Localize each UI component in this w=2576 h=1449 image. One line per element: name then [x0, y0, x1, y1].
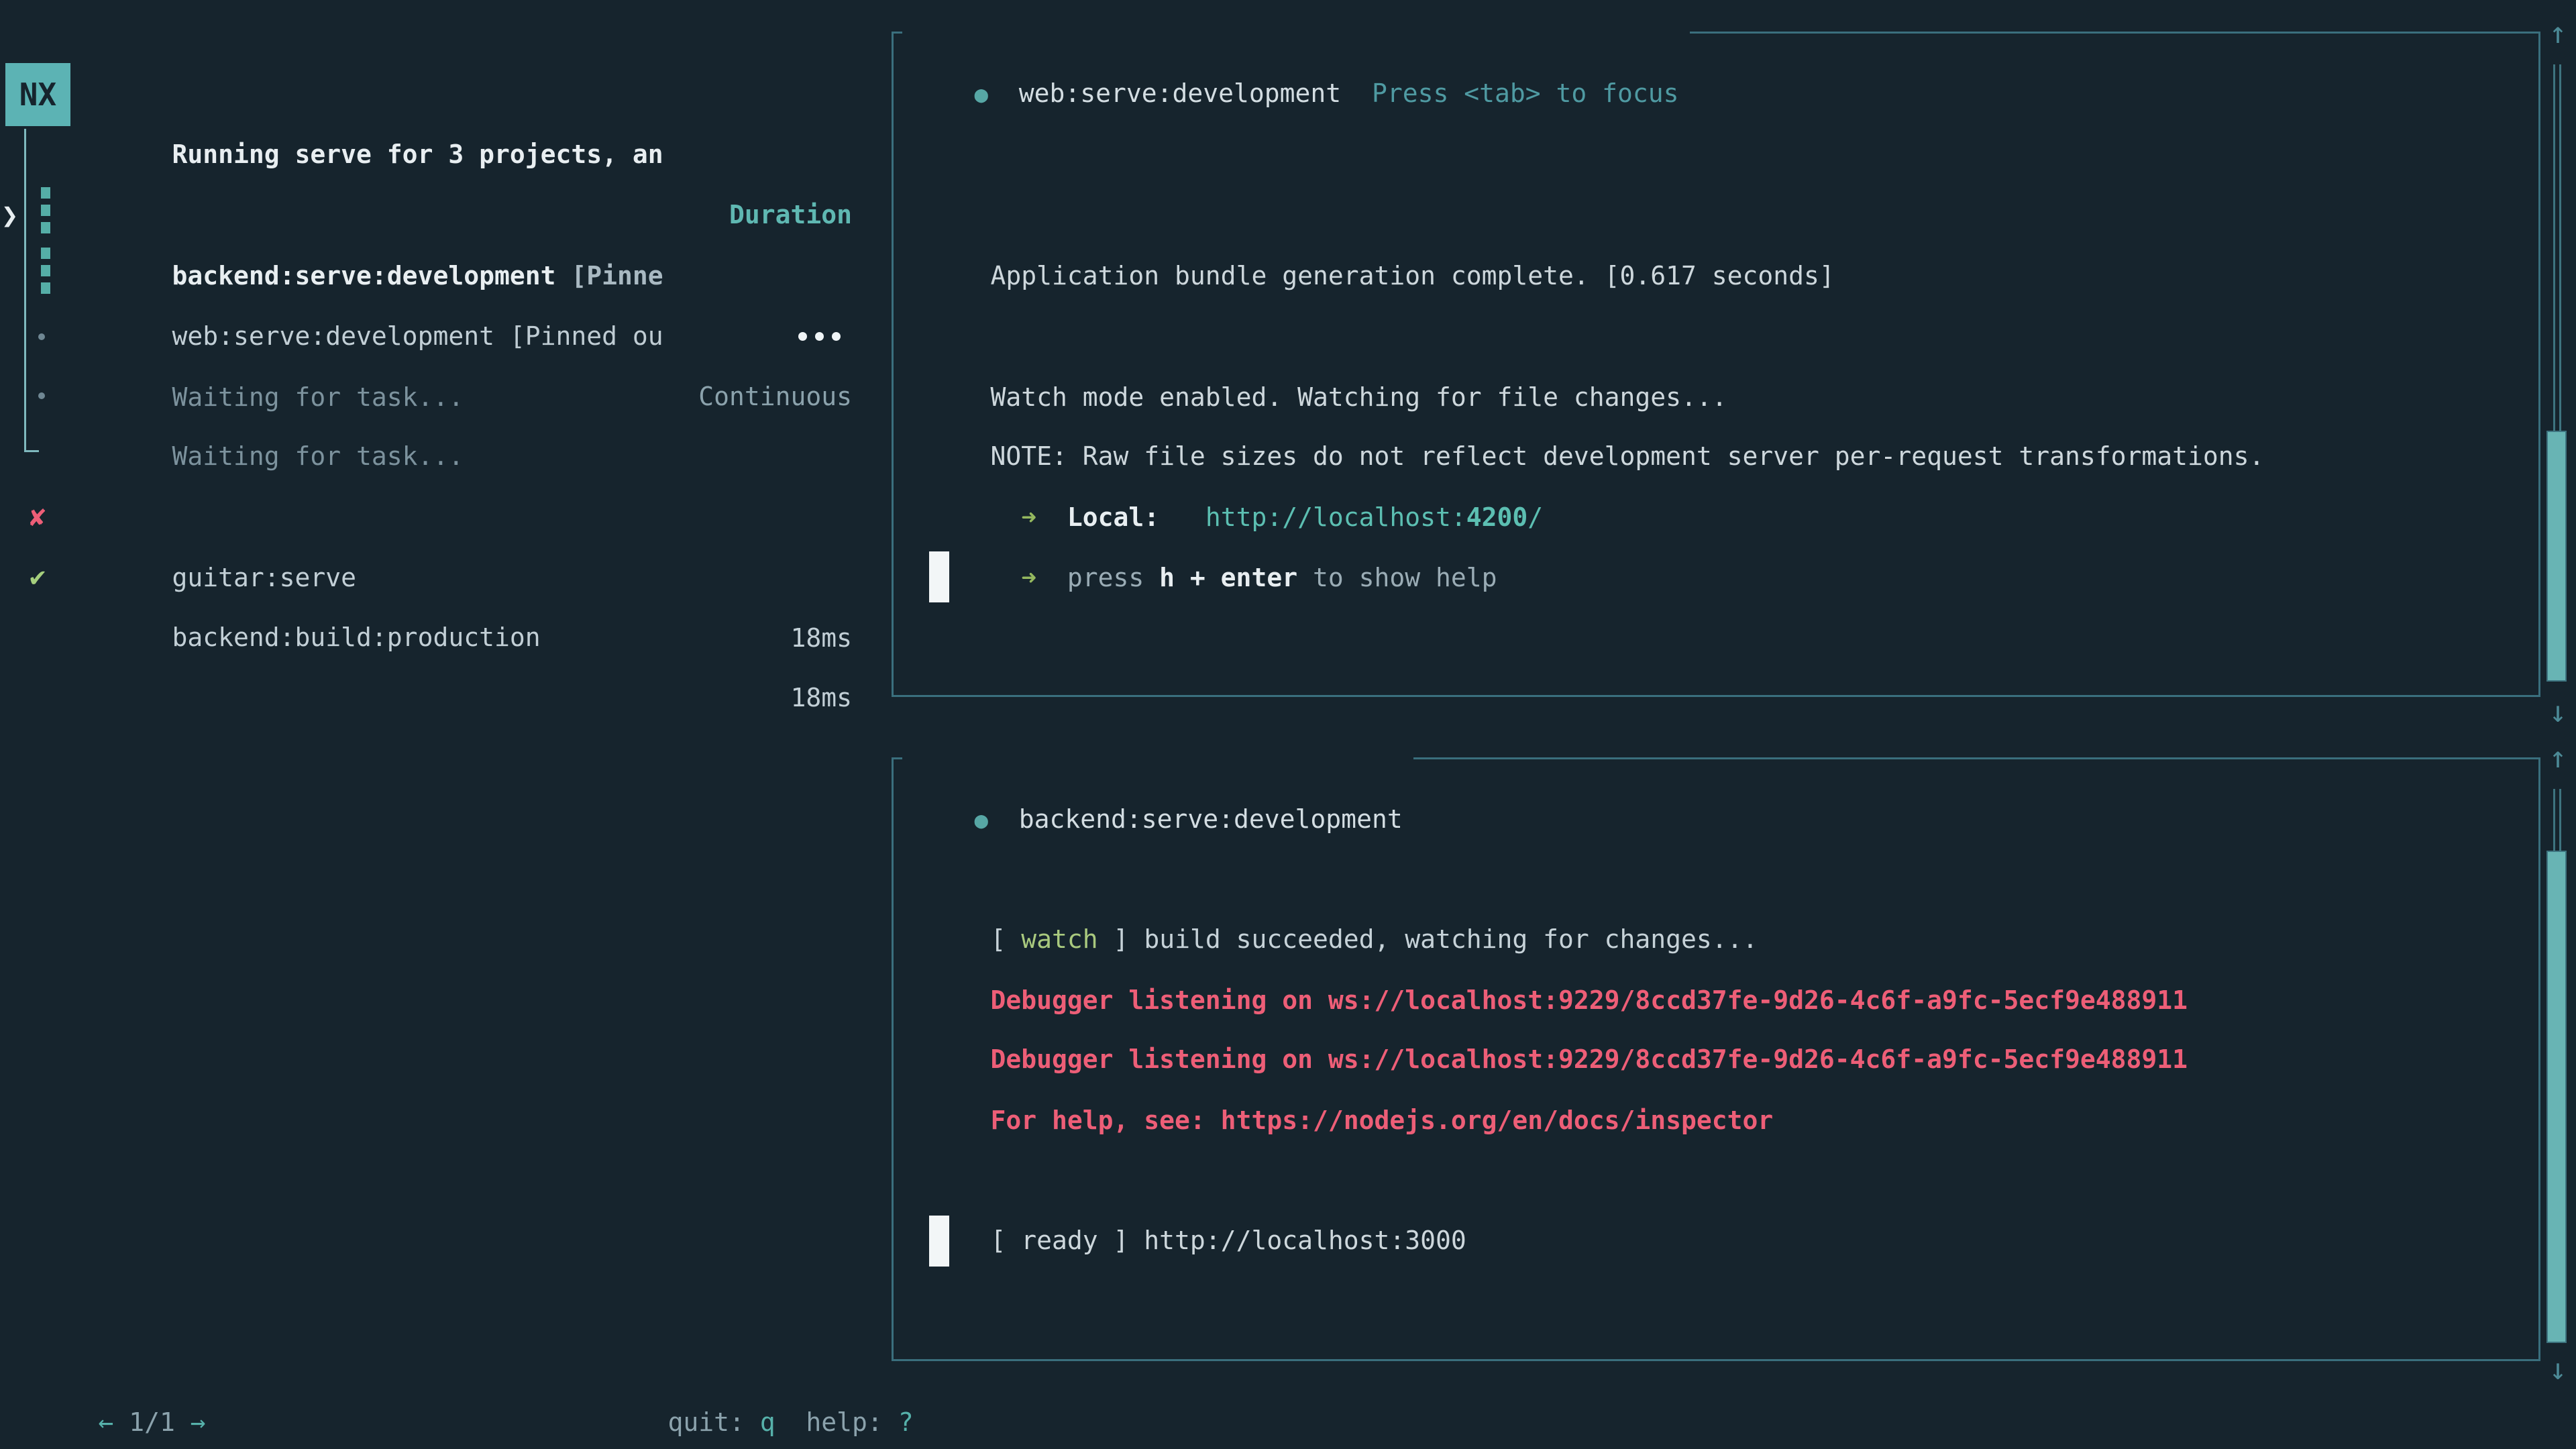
keybind-hints: quit:qhelp:? [606, 1332, 852, 1392]
task-row-waiting-2[interactable]: Waiting for task... [111, 366, 852, 426]
task-duration: 18ms [790, 608, 852, 668]
task-status-dot-icon: ● [975, 807, 988, 834]
next-page-arrow[interactable]: → [191, 1407, 206, 1437]
waiting-bullet [38, 333, 45, 340]
task-name: backend:build:production [172, 623, 541, 652]
hint-key: h + enter [1159, 563, 1297, 592]
log-line-local-url: ➜Local:http://localhost:4200/ [929, 427, 2557, 487]
scrollbar-track[interactable] [2553, 789, 2561, 851]
task-row-waiting-1[interactable]: Waiting for task... [111, 307, 852, 367]
log-line-note: NOTE: Raw file sizes do not reflect deve… [929, 366, 2526, 426]
task-list-header: Running serve for 3 projects, an Duratio… [111, 64, 852, 124]
log-line-ready: [ ready ] http://localhost:3000 [929, 1150, 2526, 1210]
hint-pre: press [1067, 563, 1144, 592]
log-line-watch-succeeded: [watch]build succeeded, watching for cha… [929, 849, 2526, 909]
nx-tui-screen: NX Running serve for 3 projects, an Dura… [0, 0, 2576, 1449]
task-list-title: Running serve for 3 projects, an [172, 140, 663, 169]
help-key: ? [898, 1407, 914, 1437]
waiting-bullet [38, 392, 45, 399]
log-line-help-hint: ➜pressh + enterto show help [929, 487, 2557, 547]
task-duration: 18ms [790, 667, 852, 728]
pane-title: web:serve:development [1019, 78, 1341, 108]
log-line-debugger-1: Debugger listening on ws://localhost:922… [929, 910, 2526, 970]
hint-post: to show help [1313, 563, 1497, 592]
task-tree-line [24, 129, 26, 451]
check-mark-icon: ✔ [30, 547, 46, 607]
quit-hint-label: quit: [668, 1407, 745, 1437]
terminal-cursor [929, 551, 949, 602]
arrow-right-icon: ➜ [1021, 563, 1036, 592]
terminal-pane-backend-serve-title[interactable]: ●backend:serve:development [902, 729, 1413, 789]
task-row-web-serve[interactable]: web:serve:development[Pinned ou Continuo… [111, 246, 852, 306]
page-indicator: 1/1 [129, 1407, 175, 1437]
log-line-debugger-2: Debugger listening on ws://localhost:922… [929, 969, 2526, 1029]
pagination: ←1/1→ [37, 1332, 206, 1392]
log-line-bundle-complete: Application bundle generation complete. … [929, 185, 2526, 246]
scrollbar-track[interactable] [2553, 64, 2561, 431]
task-tree-line-foot [24, 450, 39, 452]
log-line-inspector-help: For help, see: https://nodejs.org/en/doc… [929, 1030, 2526, 1090]
focus-hint: Press <tab> to focus [1372, 78, 1679, 108]
log-text: Application bundle generation complete. … [991, 261, 1835, 290]
task-row-backend-build[interactable]: backend:build:production 18ms [111, 547, 852, 607]
log-line-watch-mode: Watch mode enabled. Watching for file ch… [929, 307, 2526, 367]
x-mark-icon: ✘ [30, 487, 46, 547]
task-name: Waiting for task... [172, 441, 464, 471]
scrollbar-thumb[interactable] [2546, 851, 2567, 1343]
task-row-guitar-serve[interactable]: guitar:serve 18ms [111, 487, 852, 547]
log-text: For help, see: https://nodejs.org/en/doc… [991, 1106, 1774, 1135]
selected-task-caret: ❯ [1, 185, 18, 246]
task-status-dot-icon: ● [975, 81, 988, 108]
scrollbar-thumb[interactable] [2546, 431, 2567, 682]
scroll-down-icon[interactable]: ↓ [2542, 1340, 2573, 1400]
scroll-up-icon[interactable]: ↑ [2542, 728, 2573, 788]
quit-key: q [760, 1407, 775, 1437]
log-text: [ ready ] http://localhost:3000 [991, 1226, 1466, 1255]
prev-page-arrow[interactable]: ← [99, 1407, 114, 1437]
task-row-backend-serve[interactable]: backend:serve:development[Pinne [111, 185, 852, 246]
terminal-pane-web-serve-title[interactable]: ●web:serve:developmentPress <tab> to foc… [902, 3, 1690, 63]
terminal-cursor [929, 1216, 949, 1267]
scroll-up-icon[interactable]: ↑ [2542, 3, 2573, 64]
pane-title: backend:serve:development [1019, 804, 1403, 834]
help-hint-label: help: [806, 1407, 882, 1437]
nx-logo: NX [5, 63, 70, 126]
